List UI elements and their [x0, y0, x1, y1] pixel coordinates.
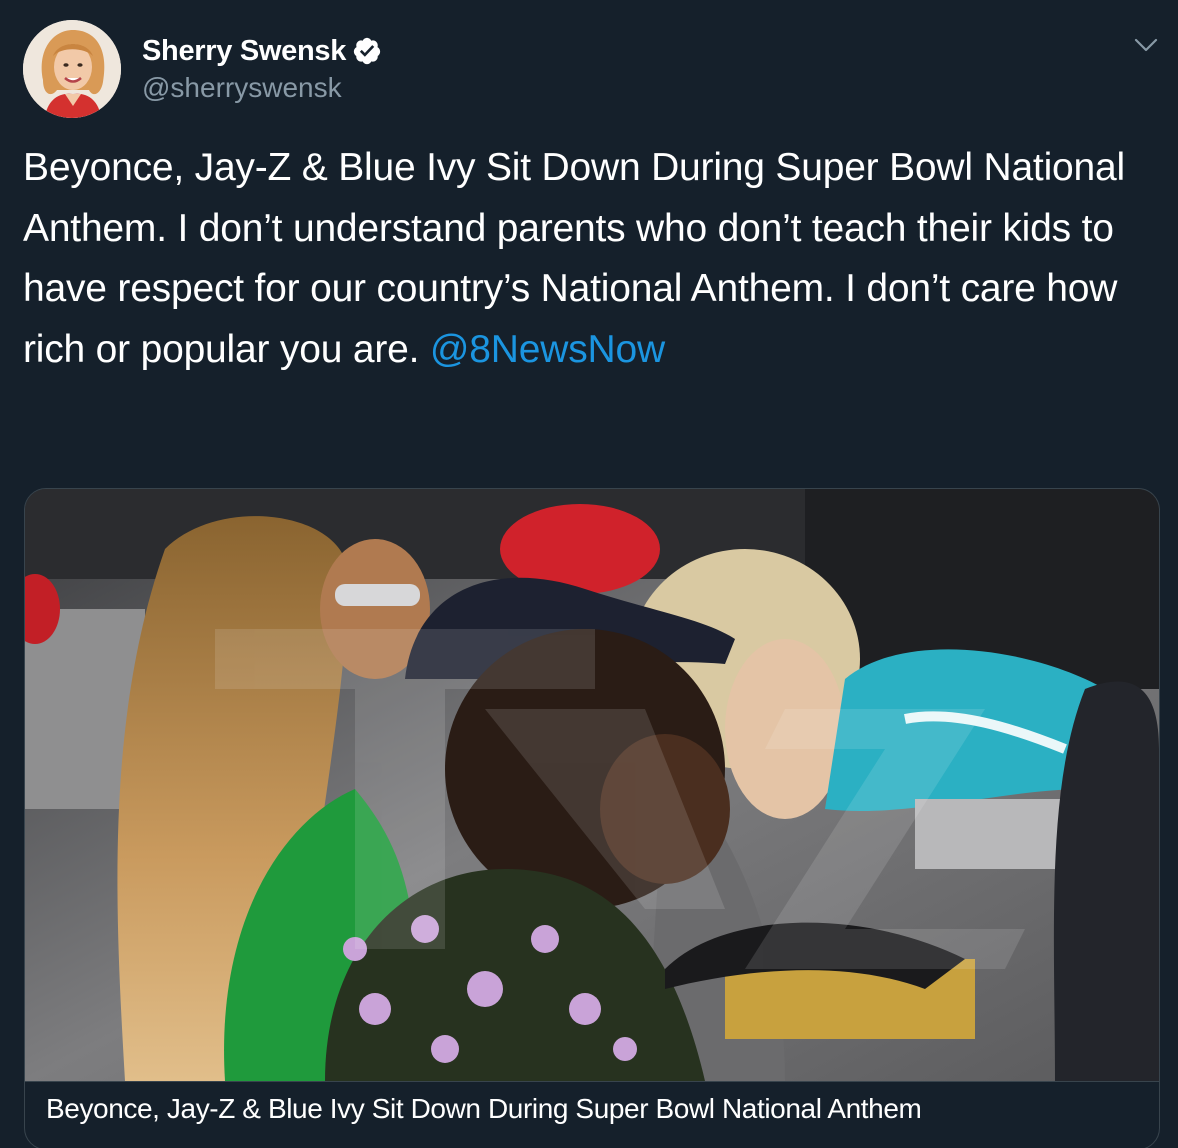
- chevron-down-icon[interactable]: [1131, 34, 1161, 56]
- media-image[interactable]: [25, 489, 1159, 1081]
- caption-divider: [25, 1081, 1159, 1082]
- mention-link[interactable]: @8NewsNow: [430, 328, 665, 371]
- avatar[interactable]: [23, 20, 121, 118]
- tweet-text: Beyonce, Jay-Z & Blue Ivy Sit Down Durin…: [23, 138, 1163, 380]
- display-name[interactable]: Sherry Swensk: [142, 35, 346, 68]
- video-thumbnail: [25, 489, 1159, 1081]
- verified-badge-icon: [352, 36, 382, 66]
- user-name-row[interactable]: Sherry Swensk: [142, 31, 382, 71]
- user-handle[interactable]: @sherryswensk: [142, 72, 342, 104]
- avatar-photo: [23, 20, 121, 118]
- media-card[interactable]: Beyonce, Jay-Z & Blue Ivy Sit Down Durin…: [24, 488, 1160, 1148]
- media-caption[interactable]: Beyonce, Jay-Z & Blue Ivy Sit Down Durin…: [46, 1093, 922, 1125]
- tweet: Sherry Swensk @sherryswensk Beyonce, Jay…: [0, 0, 1178, 1148]
